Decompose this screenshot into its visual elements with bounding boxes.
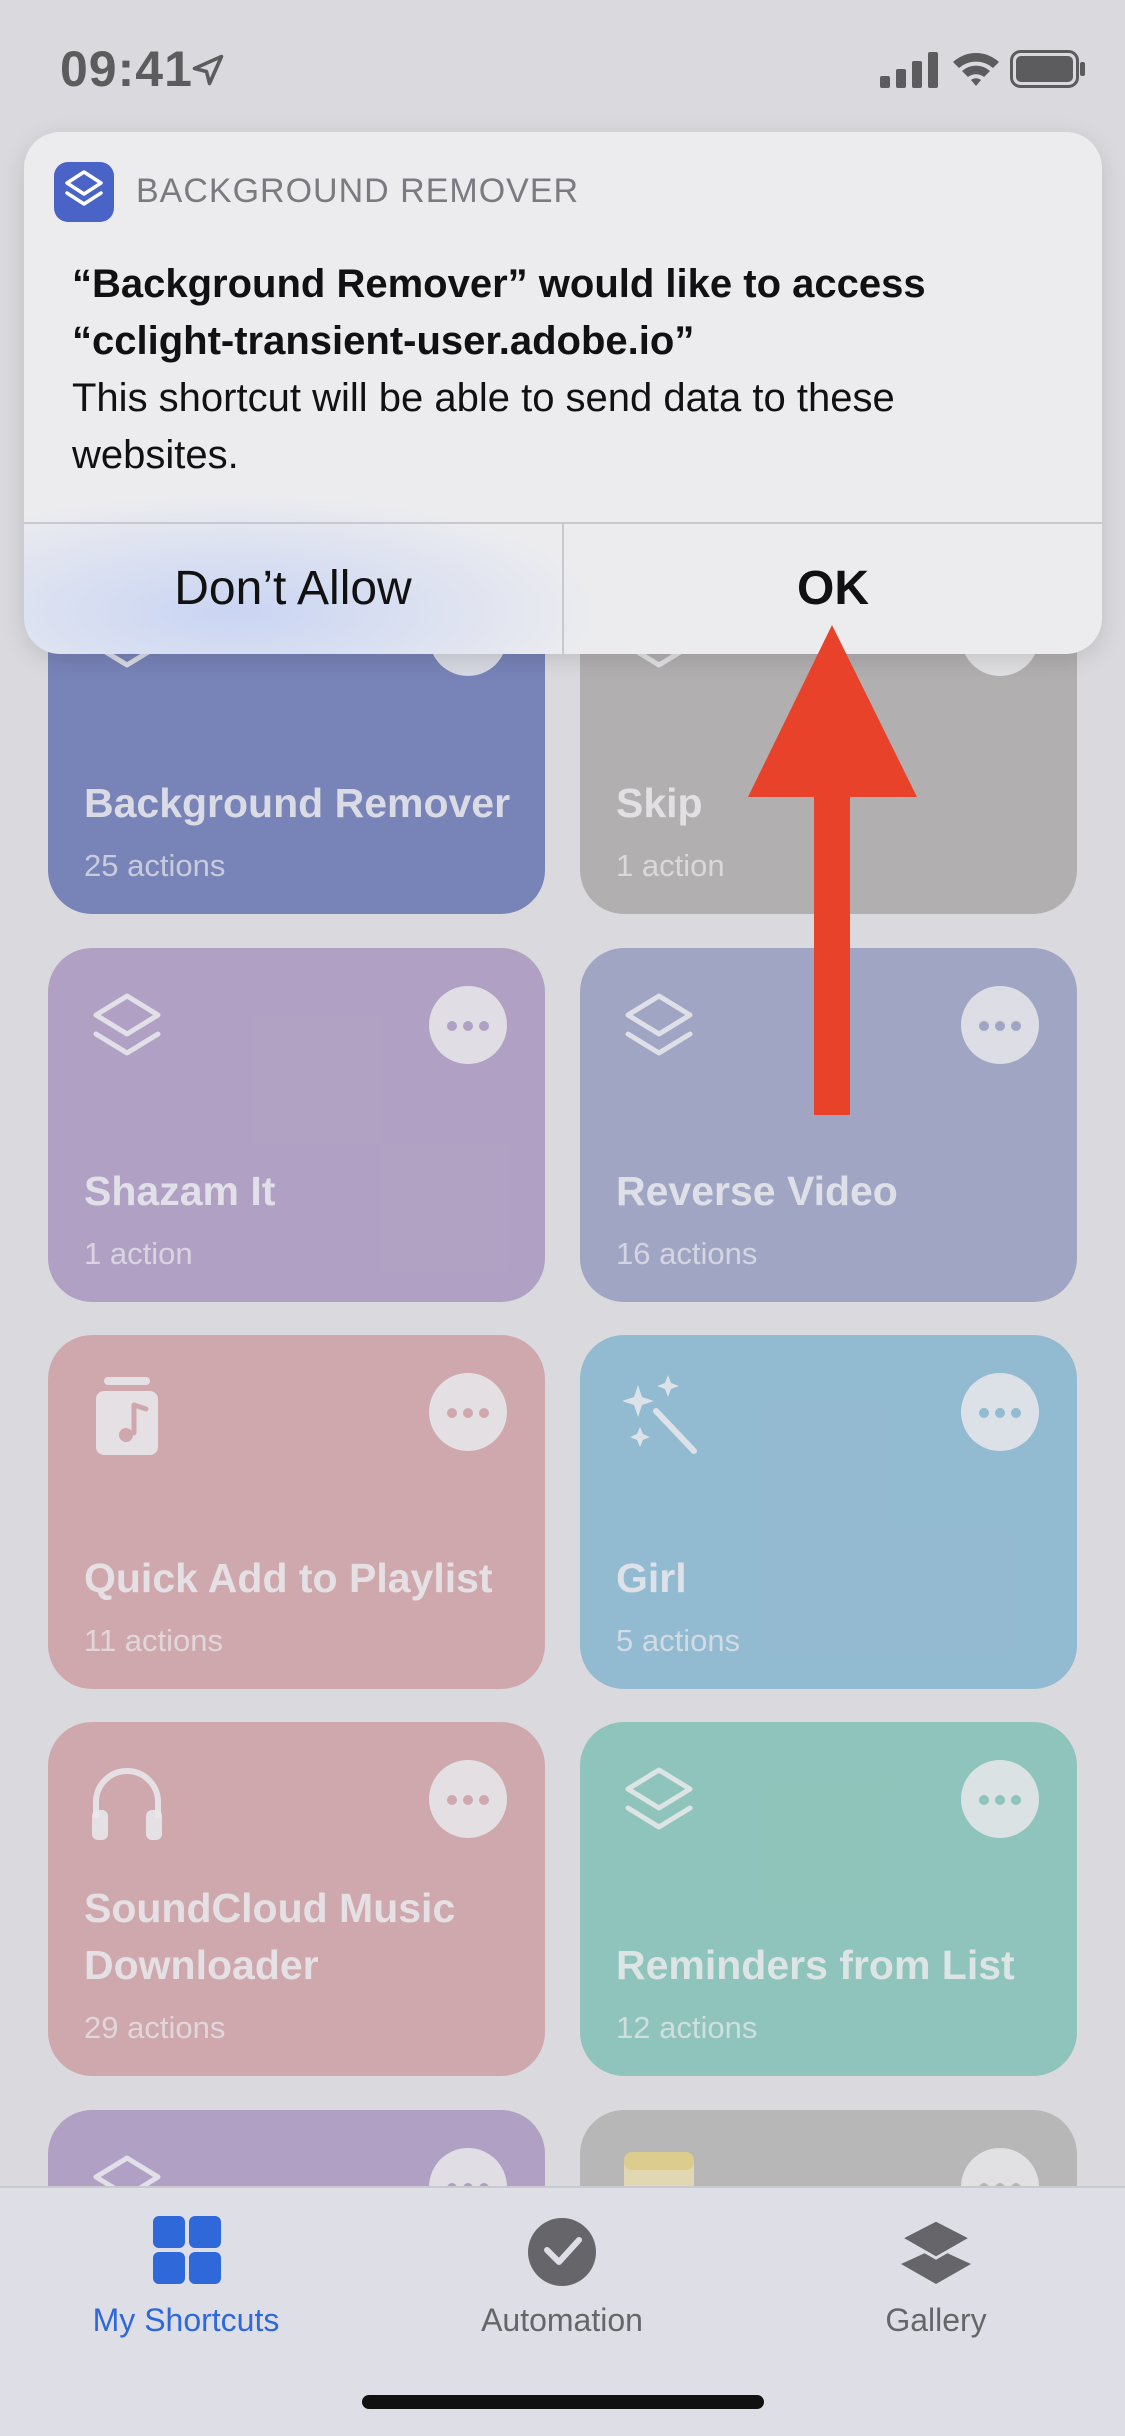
home-indicator — [362, 2395, 764, 2409]
tab-bar: My Shortcuts Automation Gallery — [0, 2186, 1125, 2436]
alert-app-name: BACKGROUND REMOVER — [136, 172, 580, 210]
tab-gallery[interactable]: Gallery — [806, 2212, 1066, 2339]
layers-icon — [65, 170, 103, 206]
permission-alert: BACKGROUND REMOVER “Background Remover” … — [24, 132, 1102, 654]
tab-label: Gallery — [885, 2302, 987, 2338]
tab-automation[interactable]: Automation — [432, 2212, 692, 2339]
tab-label: My Shortcuts — [92, 2302, 280, 2338]
grid-icon — [153, 2216, 221, 2284]
alert-message: This shortcut will be able to send data … — [72, 376, 895, 477]
annotation-arrow — [748, 625, 917, 1115]
stack-icon — [897, 2218, 975, 2284]
dont-allow-button[interactable]: Don’t Allow — [24, 524, 562, 654]
alert-title: “Background Remover” would like to acces… — [72, 256, 1072, 370]
app-icon — [54, 162, 114, 222]
alert-title-line: “cclight-transient-user.adobe.io” — [72, 319, 695, 363]
clock-icon — [528, 2218, 596, 2286]
tab-my-shortcuts[interactable]: My Shortcuts — [56, 2212, 316, 2339]
tab-label: Automation — [481, 2302, 643, 2338]
alert-title-line: “Background Remover” would like to acces… — [72, 262, 926, 306]
